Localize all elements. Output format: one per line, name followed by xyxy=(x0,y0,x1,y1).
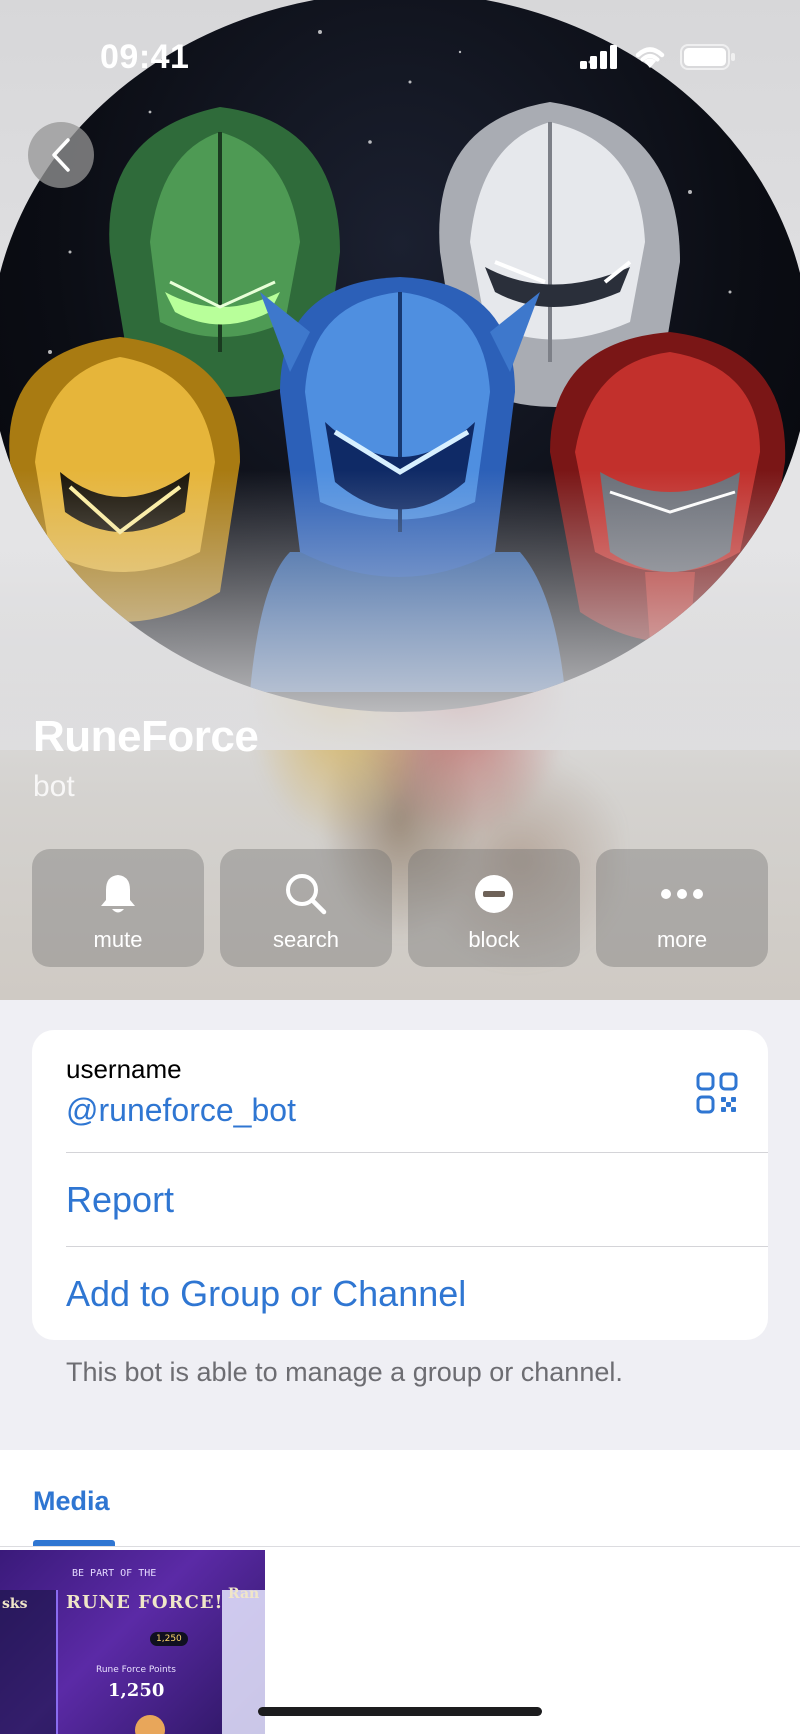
bot-footnote: This bot is able to manage a group or ch… xyxy=(66,1357,623,1387)
username-row[interactable]: username @runeforce_bot xyxy=(32,1030,768,1153)
home-indicator xyxy=(258,1707,542,1716)
add-to-group-row[interactable]: Add to Group or Channel xyxy=(32,1247,768,1340)
status-time: 09:41 xyxy=(100,38,190,76)
thumb-caption: BE PART OF THE xyxy=(72,1568,157,1579)
profile-name: RuneForce xyxy=(33,712,259,761)
cellular-signal-icon xyxy=(580,45,617,69)
bell-icon xyxy=(101,875,135,913)
tab-divider xyxy=(0,1546,800,1547)
qr-code-icon[interactable] xyxy=(696,1072,738,1114)
add-to-group-link[interactable]: Add to Group or Channel xyxy=(66,1273,466,1315)
mute-label: mute xyxy=(93,927,143,952)
more-label: more xyxy=(656,927,708,952)
mute-button[interactable]: mute xyxy=(32,849,204,967)
thumb-character xyxy=(135,1715,165,1734)
more-button[interactable]: more xyxy=(596,849,768,967)
profile-header: 09:41 RuneForce bot mute search block mo… xyxy=(0,0,800,1000)
media-thumbnail[interactable]: sks Ran BE PART OF THE RUNE FORCE! 1,250… xyxy=(0,1550,265,1734)
chevron-left-icon xyxy=(52,138,70,172)
status-icons xyxy=(580,44,736,70)
profile-actions: mute search block more xyxy=(32,849,768,967)
status-bar: 09:41 xyxy=(0,0,800,118)
thumb-points: 1,250 xyxy=(108,1680,165,1701)
block-label: block xyxy=(468,927,520,952)
tab-media[interactable]: Media xyxy=(33,1486,110,1517)
thumb-points-label: Rune Force Points xyxy=(96,1665,176,1675)
search-icon xyxy=(286,874,327,915)
username-value[interactable]: @runeforce_bot xyxy=(66,1092,296,1129)
report-link[interactable]: Report xyxy=(66,1179,174,1221)
info-card: username @runeforce_bot Report Add to Gr… xyxy=(32,1030,768,1340)
report-row[interactable]: Report xyxy=(32,1153,768,1247)
search-label: search xyxy=(272,927,340,952)
username-label: username xyxy=(66,1054,182,1084)
thumb-text-left: sks xyxy=(2,1596,28,1612)
search-button[interactable]: search xyxy=(220,849,392,967)
more-icon xyxy=(661,889,703,899)
battery-icon xyxy=(680,44,735,70)
avatar-fade xyxy=(0,470,800,750)
block-button[interactable]: block xyxy=(408,849,580,967)
wifi-icon xyxy=(635,47,665,68)
thumb-title: RUNE FORCE! xyxy=(66,1592,224,1613)
back-button[interactable] xyxy=(28,122,94,188)
bot-profile-screen: 09:41 RuneForce bot mute search block mo… xyxy=(0,0,800,1734)
thumb-badge: 1,250 xyxy=(150,1632,188,1646)
block-icon xyxy=(475,875,513,913)
media-section: Media sks Ran BE PART OF THE RUNE FORCE!… xyxy=(0,1450,800,1734)
profile-subtitle: bot xyxy=(33,770,75,803)
thumb-text-right: Ran xyxy=(228,1586,260,1602)
